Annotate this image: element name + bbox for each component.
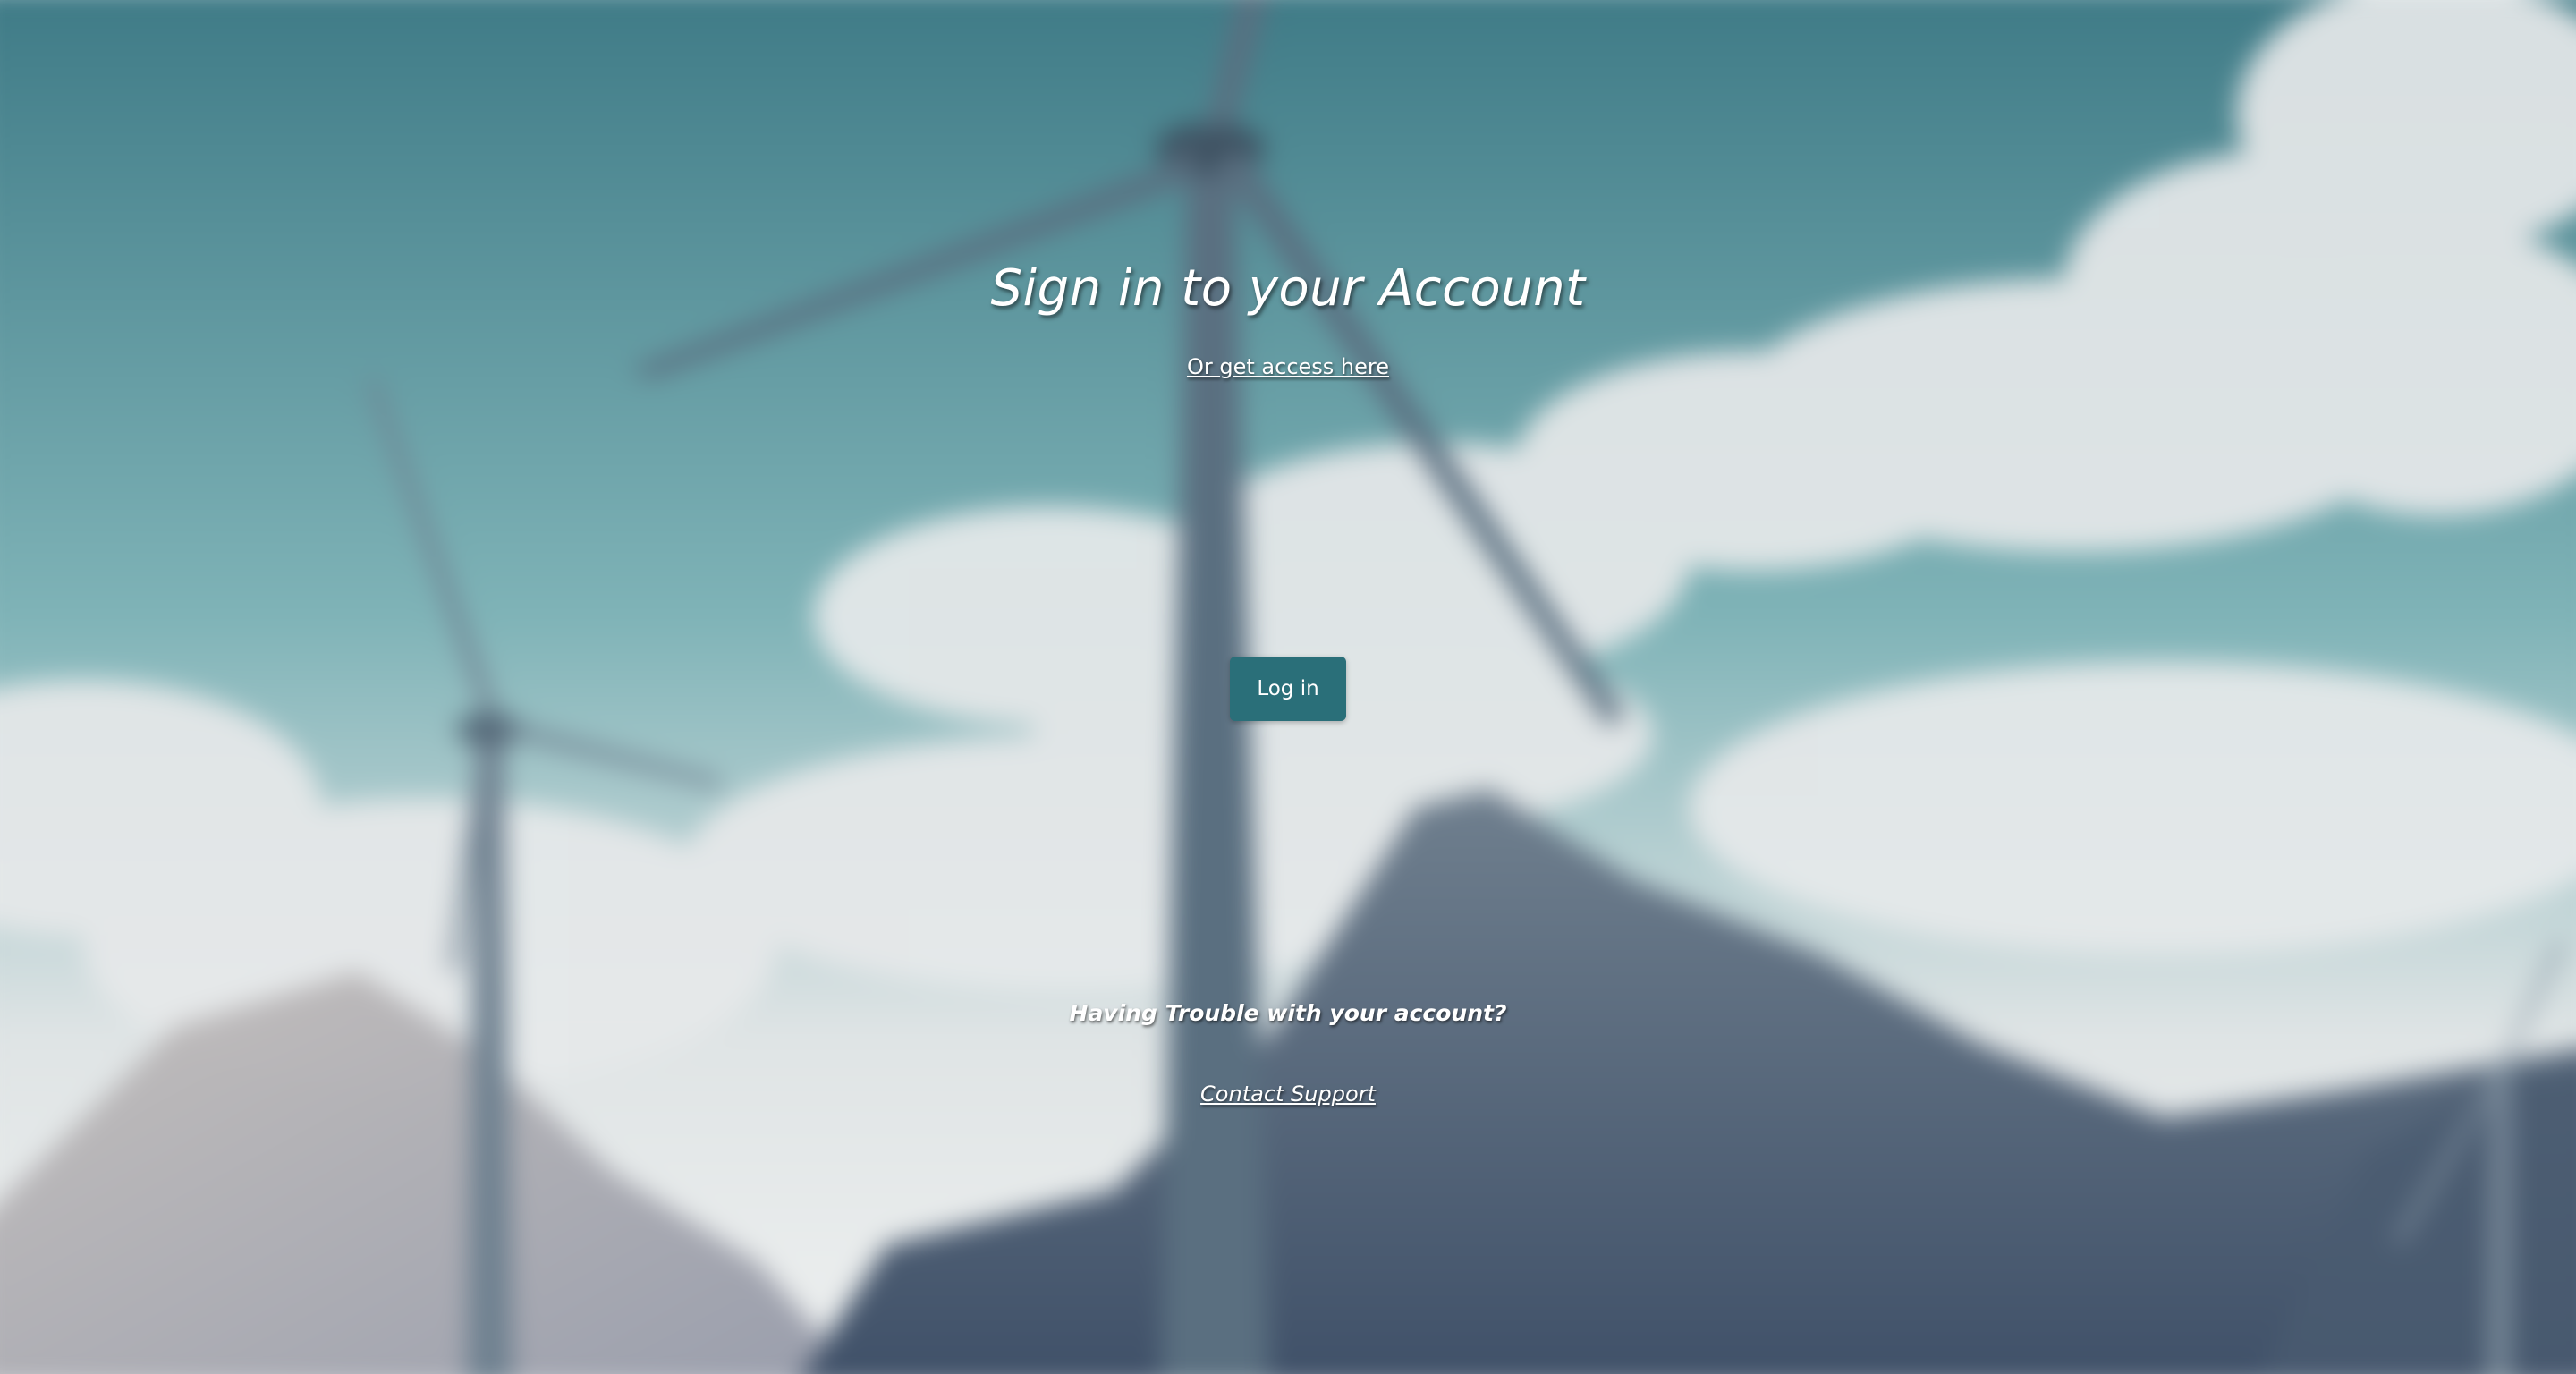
access-link-container: Or get access here (0, 354, 2576, 379)
login-button[interactable]: Log in (1230, 657, 1346, 721)
page-title: Sign in to your Account (990, 259, 1586, 318)
get-access-link[interactable]: Or get access here (1187, 354, 1389, 379)
support-link-container: Contact Support (0, 1081, 2576, 1107)
login-panel: Sign in to your Account Or get access he… (0, 0, 2576, 1374)
trouble-text: Having Trouble with your account? (1069, 1000, 1507, 1026)
contact-support-link[interactable]: Contact Support (1200, 1081, 1376, 1107)
